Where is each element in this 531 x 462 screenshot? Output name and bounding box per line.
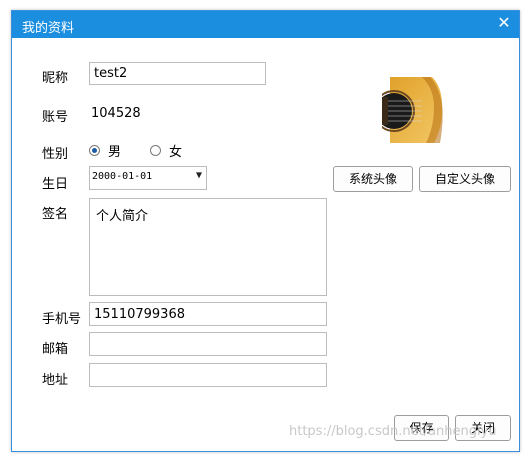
gender-female-radio[interactable] [150, 145, 161, 156]
account-label: 账号 [42, 110, 69, 125]
phone-input[interactable] [89, 302, 327, 326]
gender-male-label[interactable]: 男 [108, 141, 121, 160]
signature-text: 个人简介 [96, 209, 149, 224]
dialog-title: 我的资料 [22, 21, 75, 36]
signature-textarea[interactable]: 个人简介 [89, 198, 327, 296]
title-bar[interactable]: 我的资料 ✕ [12, 11, 519, 38]
phone-label: 手机号 [42, 312, 82, 327]
birthday-picker[interactable]: 2000-01-01 ▼ [89, 166, 207, 190]
guitar-icon [382, 77, 445, 143]
custom-avatar-button[interactable]: 自定义头像 [419, 166, 511, 192]
gender-label: 性别 [42, 147, 69, 162]
signature-label: 签名 [42, 207, 69, 222]
address-input[interactable] [89, 363, 327, 387]
account-value: 104528 [91, 106, 141, 121]
email-label: 邮箱 [42, 342, 69, 357]
birthday-value: 2000-01-01 [92, 171, 153, 182]
gender-male-radio[interactable] [89, 145, 100, 156]
close-icon[interactable]: ✕ [495, 14, 513, 32]
email-input[interactable] [89, 332, 327, 356]
system-avatar-button[interactable]: 系统头像 [333, 166, 413, 192]
profile-dialog: 我的资料 ✕ 昵称 账号 104528 性别 男 女 生日 2000-01-01… [11, 10, 520, 452]
chevron-down-icon[interactable]: ▼ [196, 170, 202, 181]
nickname-input[interactable] [89, 62, 266, 85]
address-label: 地址 [42, 373, 69, 388]
gender-female-label[interactable]: 女 [169, 141, 182, 160]
birthday-label: 生日 [42, 177, 69, 192]
watermark-text: https://blog.csdn.net/anhengiyu [289, 424, 497, 439]
nickname-label: 昵称 [42, 71, 69, 86]
